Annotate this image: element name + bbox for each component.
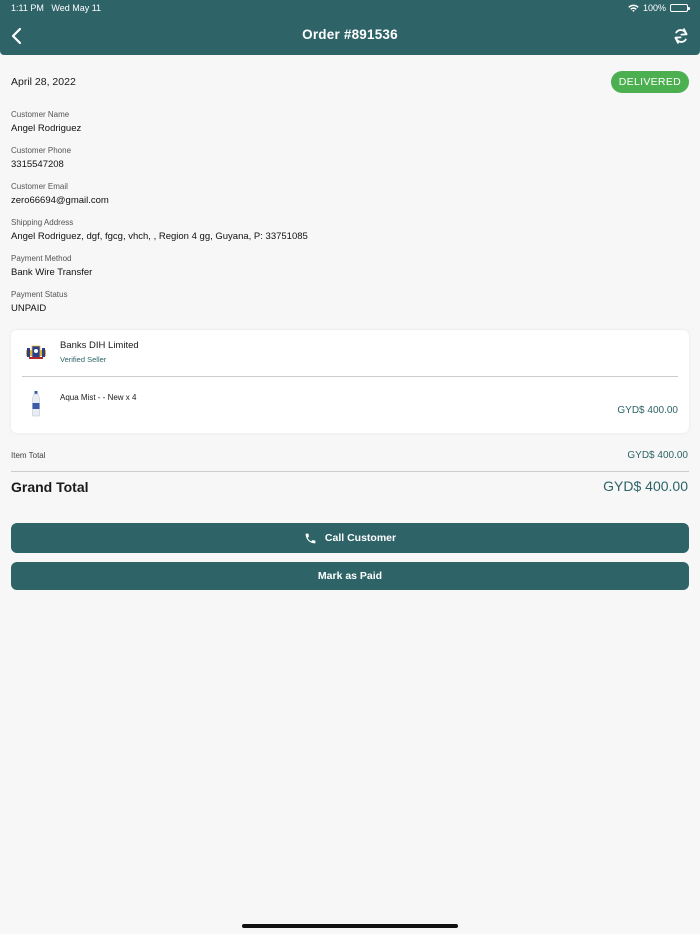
item-total-label: Item Total: [11, 451, 46, 460]
status-bar: 1:11 PM Wed May 11 100%: [0, 0, 700, 16]
divider: [11, 471, 689, 472]
call-customer-button[interactable]: Call Customer: [11, 523, 689, 553]
field-value: zero66694@gmail.com: [11, 195, 109, 206]
refresh-icon[interactable]: [671, 26, 691, 46]
grand-total-value: GYD$ 400.00: [603, 478, 688, 494]
field-label: Shipping Address: [11, 218, 74, 227]
home-indicator: [242, 924, 458, 928]
divider: [22, 376, 678, 377]
battery-percent: 100%: [642, 3, 666, 13]
payment-status-field: Payment Status UNPAID: [11, 290, 67, 314]
field-value: 3315547208: [11, 159, 64, 170]
field-value: Angel Rodriguez, dgf, fgcg, vhch, , Regi…: [11, 231, 308, 242]
shipping-address-field: Shipping Address Angel Rodriguez, dgf, f…: [11, 218, 308, 242]
product-name: Aqua Mist - - New x 4: [60, 393, 137, 402]
status-right-group: 100%: [628, 3, 690, 13]
field-label: Payment Method: [11, 254, 72, 263]
page-title: Order #891536: [302, 27, 398, 42]
mark-as-paid-button[interactable]: Mark as Paid: [11, 562, 689, 590]
field-label: Customer Name: [11, 110, 70, 119]
field-value: Bank Wire Transfer: [11, 267, 93, 278]
wifi-icon: [628, 4, 639, 12]
mark-as-paid-label: Mark as Paid: [317, 570, 383, 582]
field-value: UNPAID: [11, 303, 47, 314]
field-label: Customer Email: [11, 182, 68, 191]
status-badge: DELIVERED: [610, 71, 689, 93]
field-value: Angel Rodriguez: [11, 123, 82, 134]
product-image: [32, 391, 40, 417]
item-total-value: GYD$ 400.00: [627, 450, 688, 461]
verified-seller-label: Verified Seller: [60, 355, 107, 364]
app-header: 1:11 PM Wed May 11 100% Order #891536: [0, 0, 700, 55]
field-label: Payment Status: [11, 290, 68, 299]
battery-icon: [670, 4, 690, 12]
customer-email-field: Customer Email zero66694@gmail.com: [11, 182, 109, 206]
product-price: GYD$ 400.00: [617, 405, 678, 416]
customer-phone-field: Customer Phone 3315547208: [11, 146, 71, 170]
order-date: April 28, 2022: [11, 76, 76, 88]
seller-logo-icon: [26, 345, 46, 359]
customer-name-field: Customer Name Angel Rodriguez: [11, 110, 81, 134]
phone-icon: [305, 533, 316, 543]
status-time-date: 1:11 PM Wed May 11: [11, 3, 101, 13]
seller-card: Banks DIH Limited Verified Seller Aqua M…: [11, 330, 689, 433]
status-time: 1:11 PM: [11, 3, 44, 13]
status-date: Wed May 11: [51, 3, 102, 13]
field-label: Customer Phone: [11, 146, 72, 155]
payment-method-field: Payment Method Bank Wire Transfer: [11, 254, 92, 278]
seller-name: Banks DIH Limited: [60, 340, 139, 351]
grand-total-label: Grand Total: [11, 479, 89, 495]
call-customer-label: Call Customer: [324, 532, 397, 544]
